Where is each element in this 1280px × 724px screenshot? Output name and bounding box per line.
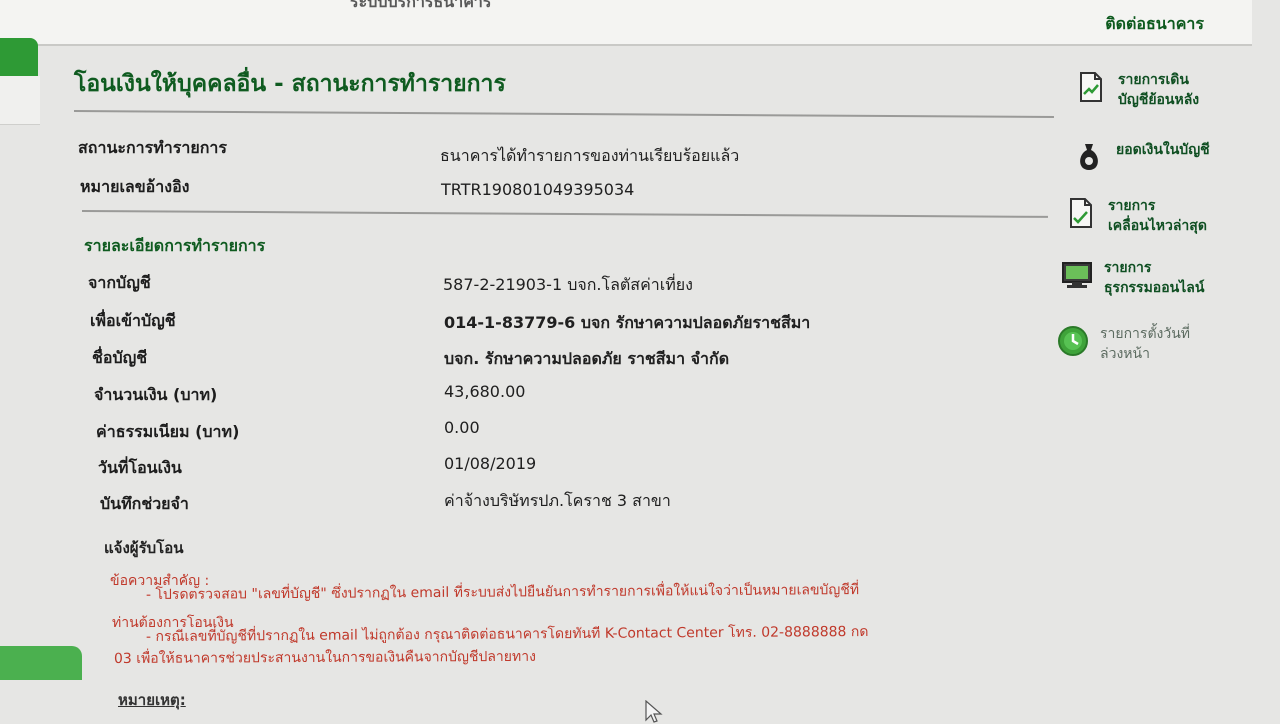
sidebar-item-online-transactions[interactable]: รายการ ธุรกรรมออนไลน์ [1060, 258, 1204, 298]
computer-icon [1062, 262, 1092, 288]
transfer-date-value: 01/08/2019 [444, 454, 537, 473]
reference-value: TRTR190801049395034 [441, 180, 635, 199]
status-divider [81, 210, 1048, 218]
notify-recipient-label: แจ้งผู้รับโอน [104, 539, 184, 557]
status-value: ธนาคารได้ทำรายการของท่านเรียบร้อยแล้ว [440, 146, 740, 165]
top-bar: ระบบบริการธนาคาร ติดต่อธนาคาร [0, 0, 1252, 46]
contact-bank-link[interactable]: ติดต่อธนาคาร [1105, 12, 1204, 37]
sidebar-item-label: รายการเดิน บัญชีย้อนหลัง [1118, 72, 1200, 108]
notice-line-1: - โปรดตรวจสอบ "เลขที่บัญชี" ซึ่งปรากฏใน … [145, 582, 860, 603]
sidebar-item-label: รายการ เคลื่อนไหวล่าสุด [1108, 198, 1207, 234]
sidebar-item-statement-history[interactable]: รายการเดิน บัญชีย้อนหลัง [1074, 70, 1199, 110]
reference-label: หมายเลขอ้างอิง [80, 177, 190, 196]
money-bag-icon [1080, 144, 1098, 170]
to-account-value: 014-1-83779-6 บจก รักษาความปลอดภัยราชสีม… [444, 313, 811, 332]
document-chart-icon [1080, 72, 1102, 102]
left-menu-strip [0, 76, 40, 125]
memo-value: ค่าจ้างบริษัทรปภ.โคราช 3 สาขา [444, 491, 671, 510]
document-check-icon [1070, 198, 1092, 228]
left-menu-button[interactable] [0, 646, 82, 680]
memo-label: บันทึกช่วยจำ [100, 494, 189, 513]
remark-heading: หมายเหตุ: [118, 691, 186, 709]
sidebar-item-label: ยอดเงินในบัญชี [1116, 142, 1210, 158]
transfer-date-label: วันที่โอนเงิน [98, 458, 182, 477]
sidebar-item-recent-activity[interactable]: รายการ เคลื่อนไหวล่าสุด [1064, 196, 1207, 236]
notice-line-4: 03 เพื่อให้ธนาคารช่วยประสานงานในการขอเงิ… [113, 648, 536, 667]
sidebar-item-label: รายการ ธุรกรรมออนไลน์ [1104, 260, 1205, 296]
amount-label: จำนวนเงิน (บาท) [94, 385, 218, 404]
header-title: ระบบบริการธนาคาร [350, 0, 492, 11]
sidebar-item-account-balance[interactable]: ยอดเงินในบัญชี [1072, 140, 1210, 174]
from-account-value: 587-2-21903-1 บจก.โลตัสค่าเที่ยง [443, 275, 693, 294]
sidebar-item-scheduled-transactions[interactable]: รายการตั้งวันที่ ล่วงหน้า [1056, 324, 1190, 364]
from-account-label: จากบัญชี [88, 273, 151, 292]
amount-value: 43,680.00 [444, 382, 526, 401]
mouse-cursor-icon [645, 700, 663, 723]
status-label: สถานะการทำรายการ [78, 138, 227, 157]
account-name-value: บจก. รักษาความปลอดภัย ราชสีมา จำกัด [444, 349, 730, 368]
account-name-label: ชื่อบัญชี [92, 348, 148, 367]
page-title: โอนเงินให้บุคคลอื่น - สถานะการทำรายการ [74, 71, 506, 97]
title-divider [73, 110, 1054, 118]
fee-label: ค่าธรรมเนียม (บาท) [96, 422, 240, 441]
details-section-title: รายละเอียดการทำรายการ [84, 236, 266, 255]
left-menu-tab[interactable] [0, 38, 38, 76]
clock-icon [1058, 326, 1088, 356]
sidebar-item-label: รายการตั้งวันที่ ล่วงหน้า [1100, 326, 1191, 362]
notice-line-3: - กรณีเลขที่บัญชีที่ปรากฏใน email ไม่ถูก… [145, 623, 869, 645]
fee-value: 0.00 [444, 418, 480, 437]
to-account-label: เพื่อเข้าบัญชี [90, 311, 176, 330]
